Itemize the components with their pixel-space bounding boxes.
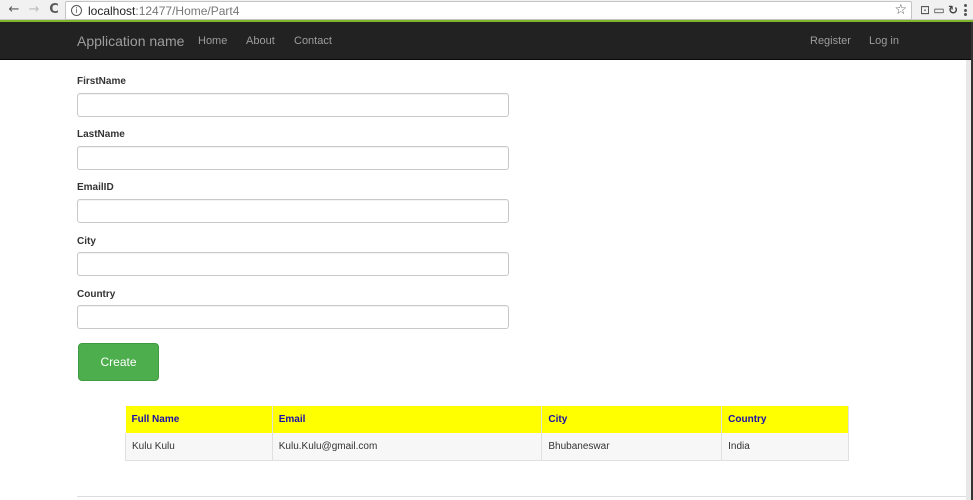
people-table: Full Name Email City Country Kulu Kulu K… — [125, 406, 849, 461]
cast-icon[interactable]: ▭ — [932, 3, 946, 17]
footer-divider — [77, 496, 966, 497]
address-bar[interactable]: i localhost:12477/Home/Part4 ☆ — [65, 1, 912, 20]
column-header-email: Email — [272, 406, 543, 433]
back-arrow-icon[interactable]: ← — [6, 2, 22, 18]
cell-full-name: Kulu Kulu — [125, 433, 273, 461]
nav-link-register[interactable]: Register — [810, 35, 851, 47]
lastname-label: LastName — [77, 129, 125, 140]
url-host: localhost — [88, 4, 136, 18]
column-header-country: Country — [721, 406, 849, 433]
emailid-label: EmailID — [77, 182, 114, 193]
site-navbar: Application name Home About Contact Regi… — [0, 22, 971, 60]
browser-menu-icon[interactable] — [962, 3, 968, 17]
browser-frame: ← → C i localhost:12477/Home/Part4 ☆ ⊡ ▭… — [0, 0, 973, 22]
nav-link-about[interactable]: About — [246, 35, 275, 47]
nav-link-login[interactable]: Log in — [869, 35, 899, 47]
firstname-input[interactable] — [77, 93, 509, 117]
reload-icon[interactable]: C — [46, 2, 62, 18]
nav-link-contact[interactable]: Contact — [294, 35, 332, 47]
forward-arrow-icon[interactable]: → — [26, 2, 42, 18]
country-input[interactable] — [77, 305, 509, 329]
info-icon[interactable]: i — [71, 5, 82, 16]
browser-toolbar: ← → C i localhost:12477/Home/Part4 ☆ ⊡ ▭… — [0, 0, 973, 20]
cell-country: India — [721, 433, 849, 461]
brand-link[interactable]: Application name — [77, 33, 184, 49]
column-header-full-name: Full Name — [125, 406, 273, 433]
bookmark-star-icon[interactable]: ☆ — [894, 2, 907, 18]
city-input[interactable] — [77, 252, 509, 276]
city-label: City — [77, 236, 96, 247]
column-header-city: City — [541, 406, 723, 433]
table-row: Kulu Kulu Kulu.Kulu@gmail.com Bhubaneswa… — [125, 433, 849, 461]
scrollbar[interactable] — [966, 60, 971, 500]
lastname-input[interactable] — [77, 146, 509, 170]
url-path: :12477/Home/Part4 — [135, 4, 240, 18]
nav-link-home[interactable]: Home — [198, 35, 227, 47]
create-button[interactable]: Create — [78, 343, 159, 381]
emailid-input[interactable] — [77, 199, 509, 223]
extension-icon[interactable]: ⊡ — [918, 3, 932, 17]
cell-email: Kulu.Kulu@gmail.com — [271, 433, 543, 461]
url-text: localhost:12477/Home/Part4 — [88, 4, 239, 18]
table-header-row: Full Name Email City Country — [125, 406, 849, 433]
country-label: Country — [77, 289, 116, 300]
sync-icon[interactable]: ↻ — [946, 3, 960, 17]
firstname-label: FirstName — [77, 76, 126, 87]
cell-city: Bhubaneswar — [541, 433, 723, 461]
